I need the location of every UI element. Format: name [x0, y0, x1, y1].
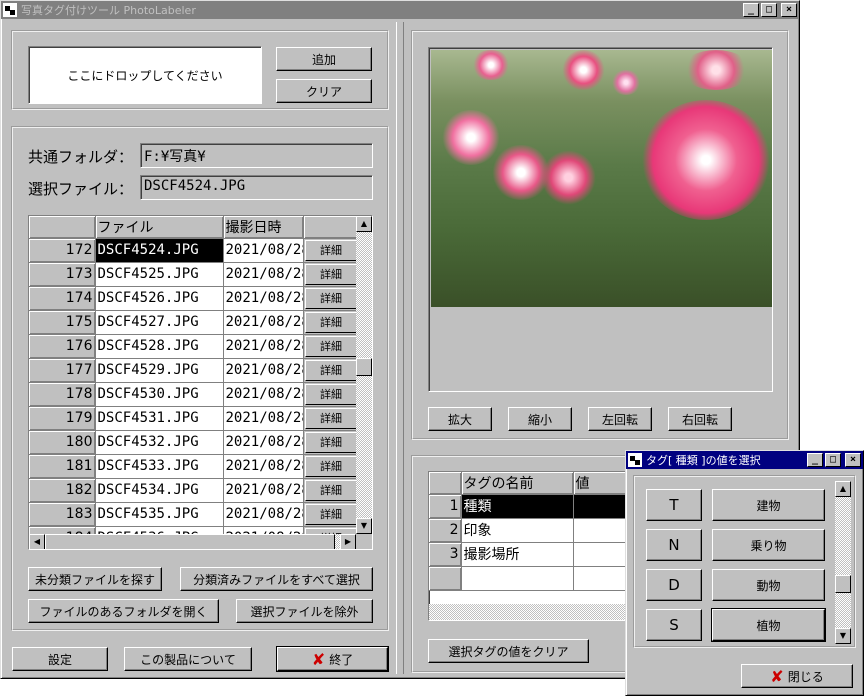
add-button[interactable]: 追加: [276, 47, 372, 71]
find-unclassified-button[interactable]: 未分類ファイルを探す: [28, 567, 162, 591]
tag-value-plant-button[interactable]: 植物: [711, 608, 826, 642]
scroll-up-button[interactable]: ▲: [835, 481, 851, 497]
minimize-button[interactable]: _: [743, 3, 759, 17]
detail-button[interactable]: 詳細: [304, 503, 358, 525]
scroll-down-button[interactable]: ▼: [356, 518, 372, 534]
detail-column-header: [303, 216, 360, 239]
detail-button[interactable]: 詳細: [304, 383, 358, 405]
detail-button[interactable]: 詳細: [304, 263, 358, 285]
open-folder-button[interactable]: ファイルのあるフォルダを開く: [28, 599, 219, 623]
drop-zone-text: ここにドロップしてください: [67, 68, 223, 83]
table-row[interactable]: 176 DSCF4528.JPG 2021/08/28 詳細: [29, 334, 360, 359]
detail-button[interactable]: 詳細: [304, 359, 358, 381]
table-row[interactable]: 178 DSCF4530.JPG 2021/08/28 詳細: [29, 382, 360, 407]
select-all-classified-button[interactable]: 分類済みファイルをすべて選択: [180, 567, 373, 591]
drop-zone[interactable]: ここにドロップしてください: [28, 46, 262, 104]
remove-selected-button[interactable]: 選択ファイルを除外: [236, 599, 373, 623]
common-folder-label: 共通フォルダ：: [28, 148, 134, 166]
close-button[interactable]: ×: [781, 3, 797, 17]
scroll-left-button[interactable]: ◀: [29, 534, 45, 549]
window-title: 写真タグ付けツール PhotoLabeler: [21, 4, 196, 17]
detail-button[interactable]: 詳細: [304, 431, 358, 453]
table-row[interactable]: 183 DSCF4535.JPG 2021/08/28 詳細: [29, 502, 360, 527]
hscroll-thumb[interactable]: [45, 534, 335, 549]
tag-key-T-button[interactable]: T: [646, 489, 702, 521]
tag-dialog-vscroll[interactable]: ▲ ▼: [835, 481, 851, 644]
file-table-vscroll[interactable]: ▲ ▼: [356, 216, 372, 534]
splitter[interactable]: [396, 22, 404, 674]
settings-button[interactable]: 設定: [12, 647, 108, 671]
clear-tag-value-button[interactable]: 選択タグの値をクリア: [428, 639, 589, 663]
tag-value-building-button[interactable]: 建物: [712, 489, 825, 521]
clear-button[interactable]: クリア: [276, 79, 372, 103]
tag-key-N-button[interactable]: N: [646, 529, 702, 561]
minimize-button[interactable]: _: [807, 453, 823, 467]
tag-key-D-button[interactable]: D: [646, 569, 702, 601]
table-row[interactable]: 172 DSCF4524.JPG 2021/08/28 詳細: [29, 238, 360, 263]
tag-value-vehicle-button[interactable]: 乗り物: [712, 529, 825, 561]
file-table[interactable]: ファイル 撮影日時 172 DSCF4524.JPG 2021/08/28 詳細 17…: [28, 215, 373, 550]
zoom-in-button[interactable]: 拡大: [428, 407, 492, 431]
common-folder-field: F:¥写真¥: [140, 143, 373, 168]
table-row[interactable]: 175 DSCF4527.JPG 2021/08/28 詳細: [29, 310, 360, 335]
exit-label: 終了: [329, 652, 354, 667]
red-x-icon: ✘: [311, 649, 326, 669]
detail-button[interactable]: 詳細: [304, 239, 358, 261]
photo-image: [431, 50, 772, 307]
table-row[interactable]: 182 DSCF4534.JPG 2021/08/28 詳細: [29, 478, 360, 503]
scroll-right-button[interactable]: ▶: [340, 534, 356, 549]
detail-button[interactable]: 詳細: [304, 287, 358, 309]
table-row[interactable]: 174 DSCF4526.JPG 2021/08/28 詳細: [29, 286, 360, 311]
detail-button[interactable]: 詳細: [304, 455, 358, 477]
table-row[interactable]: 179 DSCF4531.JPG 2021/08/28 詳細: [29, 406, 360, 431]
zoom-out-button[interactable]: 縮小: [508, 407, 572, 431]
close-button[interactable]: ×: [845, 453, 861, 467]
detail-button[interactable]: 詳細: [304, 335, 358, 357]
tag-table-corner: [429, 472, 462, 495]
maximize-button[interactable]: □: [825, 453, 841, 467]
rotate-left-button[interactable]: 左回転: [588, 407, 652, 431]
file-table-hscroll[interactable]: ◀ ▶: [29, 534, 356, 549]
scroll-thumb[interactable]: [835, 575, 851, 593]
red-x-icon: ✘: [770, 666, 784, 686]
table-row[interactable]: 173 DSCF4525.JPG 2021/08/28 詳細: [29, 262, 360, 287]
scroll-down-button[interactable]: ▼: [835, 628, 851, 644]
tag-key-S-button[interactable]: S: [646, 609, 702, 641]
file-column-header[interactable]: ファイル: [95, 216, 224, 239]
tag-name-column-header[interactable]: タグの名前: [461, 472, 574, 495]
scroll-corner: [356, 534, 372, 549]
table-row[interactable]: 180 DSCF4532.JPG 2021/08/28 詳細: [29, 430, 360, 455]
exit-button[interactable]: ✘ 終了: [276, 646, 389, 672]
date-column-header[interactable]: 撮影日時: [223, 216, 304, 239]
maximize-button[interactable]: □: [761, 3, 777, 17]
tag-dialog-title: タグ[ 種類 ]の値を選択: [646, 454, 761, 467]
scroll-thumb[interactable]: [356, 358, 372, 376]
image-viewer[interactable]: [428, 47, 773, 392]
tag-value-animal-button[interactable]: 動物: [712, 569, 825, 601]
detail-button[interactable]: 詳細: [304, 311, 358, 333]
selected-file-field: DSCF4524.JPG: [140, 175, 373, 200]
scroll-up-button[interactable]: ▲: [356, 216, 372, 232]
table-row[interactable]: 177 DSCF4529.JPG 2021/08/28 詳細: [29, 358, 360, 383]
detail-button[interactable]: 詳細: [304, 407, 358, 429]
close-dialog-button[interactable]: ✘ 閉じる: [741, 664, 853, 688]
detail-button[interactable]: 詳細: [304, 479, 358, 501]
main-titlebar[interactable]: 写真タグ付けツール PhotoLabeler _ □ ×: [1, 1, 799, 19]
selected-file-label: 選択ファイル：: [28, 180, 134, 198]
rotate-right-button[interactable]: 右回転: [668, 407, 732, 431]
close-dialog-label: 閉じる: [787, 669, 824, 684]
tag-dialog-titlebar[interactable]: タグ[ 種類 ]の値を選択 _ □ ×: [626, 451, 863, 469]
about-button[interactable]: この製品について: [124, 647, 252, 671]
table-row[interactable]: 181 DSCF4533.JPG 2021/08/28 詳細: [29, 454, 360, 479]
app-icon: [628, 453, 642, 467]
app-icon: [3, 3, 17, 17]
file-table-corner: [29, 216, 96, 239]
